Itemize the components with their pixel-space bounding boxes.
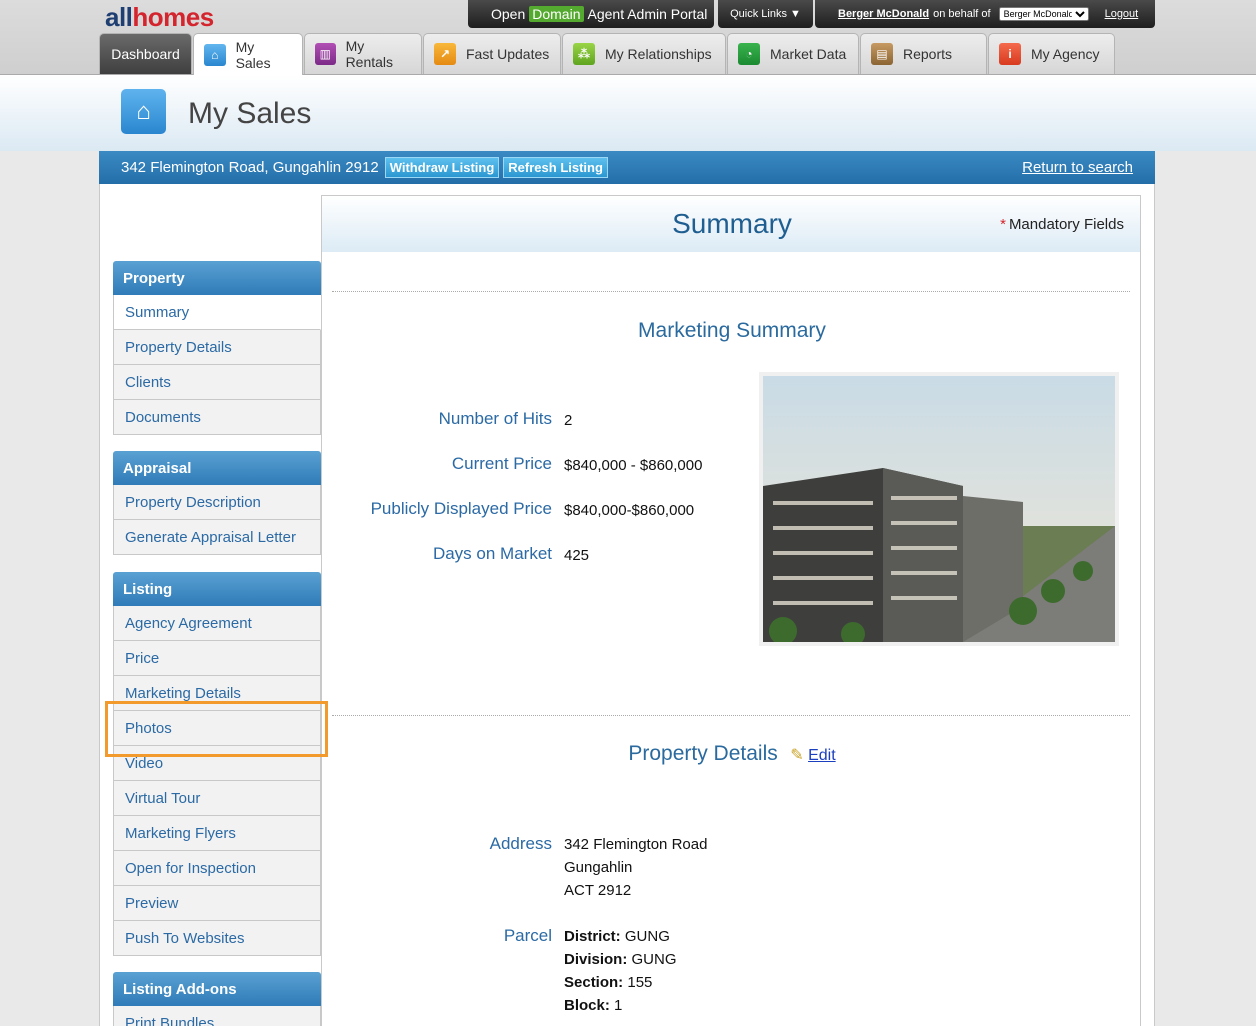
user-name-link[interactable]: Berger McDonald <box>838 8 929 20</box>
address-label: Address <box>489 834 552 853</box>
tab-dashboard[interactable]: Dashboard <box>99 33 192 74</box>
user-box: Berger McDonald on behalf of Berger McDo… <box>815 0 1155 28</box>
sidebar-heading-listing: Listing <box>113 572 321 606</box>
domain-badge: Domain <box>529 6 584 22</box>
tab-my-rentals[interactable]: ▥ My Rentals <box>304 33 422 74</box>
sidebar-heading-listing-addons: Listing Add-ons <box>113 972 321 1006</box>
sidebar-item-marketing-flyers[interactable]: Marketing Flyers <box>113 816 321 851</box>
address-line: 342 Flemington Road <box>564 836 708 853</box>
address-value: 342 Flemington Road Gungahlin ACT 2912 <box>564 833 707 902</box>
sidebar-item-preview[interactable]: Preview <box>113 886 321 921</box>
summary-panel: Summary * Mandatory Fields Marketing Summ… <box>321 195 1141 1026</box>
lightning-icon: ↗ <box>434 43 456 65</box>
main-nav-tabs: Dashboard ⌂ My Sales ▥ My Rentals ↗ Fast… <box>99 33 1116 75</box>
portal-suffix: Agent Admin Portal <box>587 6 708 22</box>
edit-property-details-link[interactable]: Edit <box>808 747 836 764</box>
return-to-search-link[interactable]: Return to search <box>1022 159 1133 176</box>
parcel-label: Parcel <box>503 926 552 945</box>
page-title: My Sales <box>188 97 312 130</box>
withdraw-listing-button[interactable]: Withdraw Listing <box>384 157 500 178</box>
sidebar-item-summary[interactable]: Summary <box>113 295 321 330</box>
quick-links-dropdown[interactable]: Quick Links ▼ <box>718 0 813 28</box>
tab-fast-updates[interactable]: ↗ Fast Updates <box>423 33 561 74</box>
mandatory-star: * <box>1000 216 1006 233</box>
top-header: allhomes Open Domain Agent Admin Portal … <box>0 0 1256 75</box>
sidebar-item-property-description[interactable]: Property Description <box>113 485 321 520</box>
sidebar-item-generate-appraisal-letter[interactable]: Generate Appraisal Letter <box>113 520 321 555</box>
logout-link[interactable]: Logout <box>1105 8 1139 20</box>
portal-prefix: Open <box>491 6 526 22</box>
sidebar-item-print-bundles[interactable]: Print Bundles <box>113 1006 321 1026</box>
sidebar-item-documents[interactable]: Documents <box>113 400 321 435</box>
days-on-market-label: Days on Market <box>432 544 552 563</box>
hits-label: Number of Hits <box>438 409 552 428</box>
sidebar-item-virtual-tour[interactable]: Virtual Tour <box>113 781 321 816</box>
pie-chart-icon: ◔ <box>738 43 760 65</box>
public-price-value: $840,000-$860,000 <box>564 502 695 519</box>
tab-my-sales[interactable]: ⌂ My Sales <box>193 33 303 75</box>
tab-my-relationships[interactable]: ⁂ My Relationships <box>562 33 726 74</box>
sidebar-heading-appraisal: Appraisal <box>113 451 321 485</box>
sidebar-item-agency-agreement[interactable]: Agency Agreement <box>113 606 321 641</box>
sidebar-section-listing-addons: Listing Add-ons Print Bundles <box>113 972 321 1026</box>
sidebar-heading-property: Property <box>113 261 321 295</box>
address-line: ACT 2912 <box>564 882 632 899</box>
house-icon: ⌂ <box>204 43 226 66</box>
listing-address: 342 Flemington Road, Gungahlin 2912 <box>121 159 379 176</box>
network-icon: ⁂ <box>573 43 595 65</box>
sidebar-section-appraisal: Appraisal Property Description Generate … <box>113 451 321 555</box>
open-domain-portal-button[interactable]: Open Domain Agent Admin Portal <box>468 0 714 28</box>
quick-links-label: Quick Links ▼ <box>730 8 801 20</box>
marketing-summary-heading: Marketing Summary <box>638 319 826 342</box>
sidebar-item-clients[interactable]: Clients <box>113 365 321 400</box>
parcel-block: Block: 1 <box>564 997 623 1014</box>
hits-value: 2 <box>564 412 573 429</box>
divider <box>332 715 1130 716</box>
property-photo <box>759 372 1119 646</box>
address-line: Gungahlin <box>564 859 633 876</box>
report-icon: ▤ <box>871 43 893 65</box>
property-details-header: Property Details ✎ Edit <box>322 742 1142 766</box>
parcel-division: Division: GUNG <box>564 951 677 968</box>
mandatory-label: Mandatory Fields <box>1008 216 1124 233</box>
summary-header: Summary * Mandatory Fields <box>322 196 1140 252</box>
property-details-heading: Property Details <box>628 742 778 765</box>
on-behalf-text: on behalf of <box>933 8 991 20</box>
sidebar-section-property: Property Summary Property Details Client… <box>113 261 321 435</box>
parcel-district: District: GUNG <box>564 928 670 945</box>
my-sales-house-icon: ⌂ <box>121 89 166 134</box>
sidebar-section-listing: Listing Agency Agreement Price Marketing… <box>113 572 321 956</box>
allhomes-logo[interactable]: allhomes <box>105 2 214 33</box>
sidebar-item-marketing-details[interactable]: Marketing Details <box>113 676 321 711</box>
sidebar-item-property-details[interactable]: Property Details <box>113 330 321 365</box>
days-on-market-value: 425 <box>564 547 590 564</box>
building-icon: ▥ <box>315 43 336 65</box>
sidebar-item-photos[interactable]: Photos <box>113 711 321 746</box>
refresh-listing-button[interactable]: Refresh Listing <box>503 157 608 178</box>
tab-my-agency[interactable]: i My Agency <box>988 33 1115 74</box>
sidebar-item-video[interactable]: Video <box>113 746 321 781</box>
parcel-value: District: GUNG Division: GUNG Section: 1… <box>564 925 677 1017</box>
parcel-section: Section: 155 <box>564 974 653 991</box>
person-icon: i <box>999 43 1021 65</box>
agency-select[interactable]: Berger McDonald <box>998 7 1089 21</box>
divider <box>332 291 1130 292</box>
sidebar-item-push-to-websites[interactable]: Push To Websites <box>113 921 321 956</box>
page-header: ⌂ My Sales <box>0 75 1256 151</box>
main-container: Property Summary Property Details Client… <box>99 184 1155 1026</box>
tab-reports[interactable]: ▤ Reports <box>860 33 987 74</box>
current-price-label: Current Price <box>451 454 552 473</box>
mandatory-fields-note: * Mandatory Fields <box>1000 216 1124 233</box>
sidebar-item-open-for-inspection[interactable]: Open for Inspection <box>113 851 321 886</box>
tab-market-data[interactable]: ◔ Market Data <box>727 33 859 74</box>
pencil-icon: ✎ <box>790 747 804 764</box>
sidebar-item-price[interactable]: Price <box>113 641 321 676</box>
current-price-value: $840,000 - $860,000 <box>564 457 703 474</box>
listing-address-bar: 342 Flemington Road, Gungahlin 2912 With… <box>99 151 1155 184</box>
public-price-label: Publicly Displayed Price <box>370 499 552 518</box>
